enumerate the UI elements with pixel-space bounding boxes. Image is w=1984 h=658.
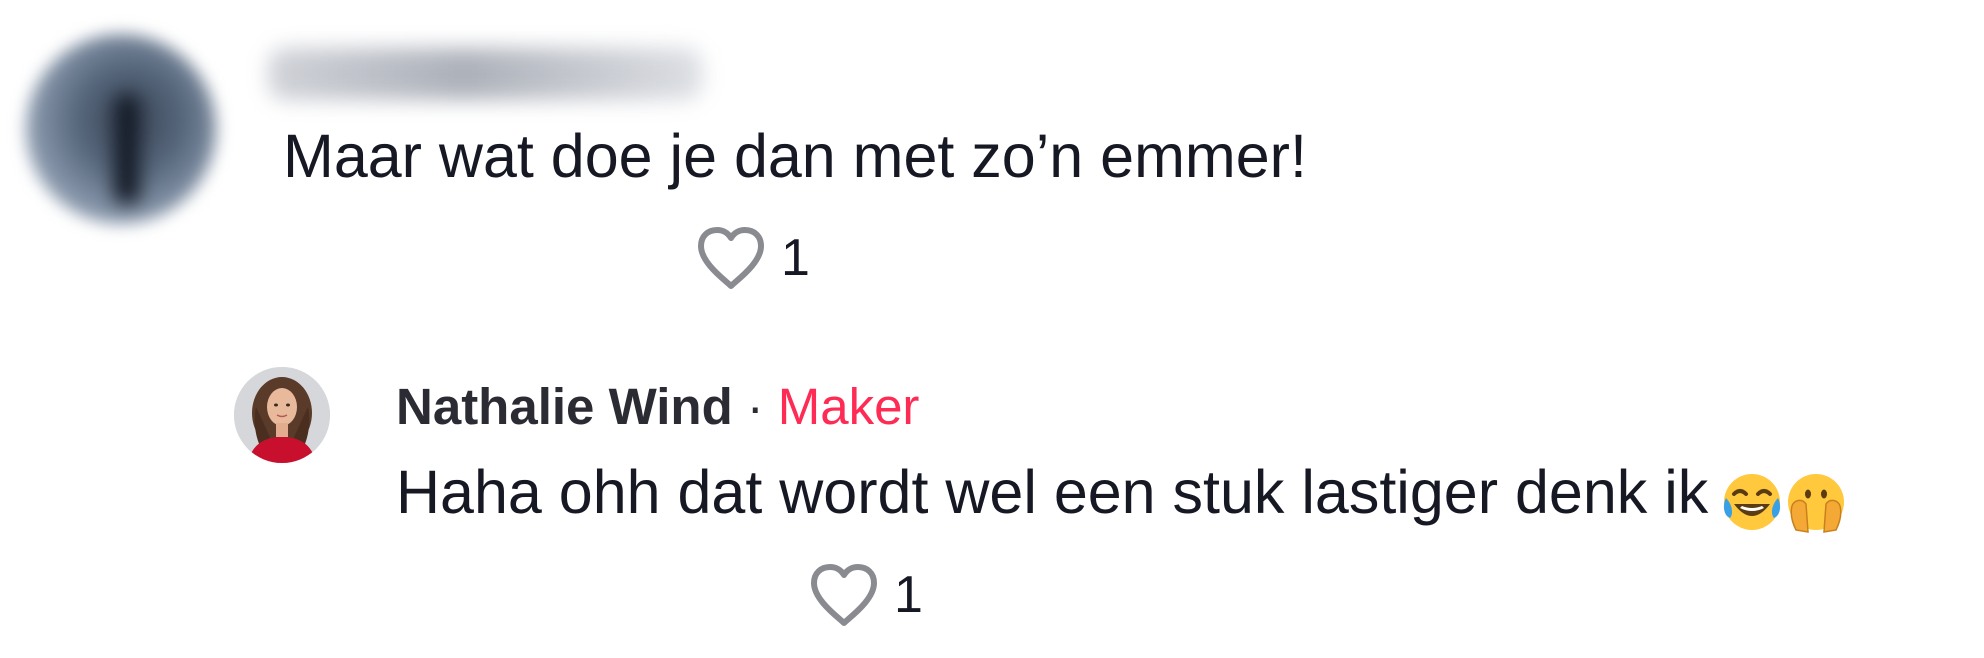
- avatar-figure: [114, 94, 140, 204]
- reply-author-name[interactable]: Nathalie Wind: [396, 378, 733, 435]
- comment-text: Maar wat doe je dan met zo’n emmer!: [283, 122, 1307, 190]
- heart-outline-icon[interactable]: [808, 562, 880, 628]
- reply-author-avatar[interactable]: [234, 367, 330, 463]
- comment-like-row: 1: [695, 225, 810, 291]
- reply-text-row: Haha ohh dat wordt wel een stuk lastiger…: [396, 452, 1848, 537]
- reply-like-row: 1: [808, 562, 923, 628]
- avatar-portrait: [234, 367, 330, 463]
- face-with-open-eyes-and-hand-over-mouth-icon: [1788, 473, 1845, 533]
- comment-like-count: 1: [781, 229, 810, 287]
- commenter-avatar[interactable]: [26, 34, 216, 224]
- heart-outline-icon[interactable]: [695, 225, 767, 291]
- commenter-username-redacted[interactable]: [268, 48, 703, 100]
- reply-text: Haha ohh dat wordt wel een stuk lastiger…: [396, 458, 1709, 526]
- reply-author-row: Nathalie Wind · Maker: [396, 374, 919, 440]
- reply-emojis: [1720, 457, 1848, 537]
- reply-like-count: 1: [894, 566, 923, 624]
- author-separator: ·: [746, 378, 764, 435]
- creator-badge: Maker: [777, 378, 920, 435]
- face-with-tears-of-joy-icon: [1724, 473, 1781, 530]
